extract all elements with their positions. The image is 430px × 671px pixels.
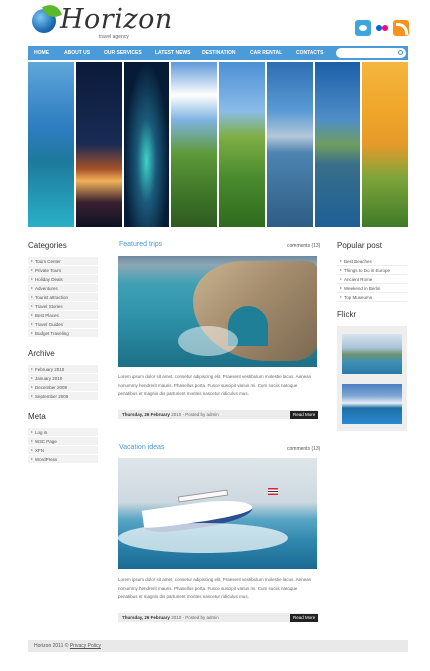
post-meta-1: Thursday, 26 February 2010 - Posted by a… — [118, 410, 317, 419]
category-item[interactable]: Best Places — [28, 311, 98, 320]
post-image-speedboat[interactable] — [118, 458, 317, 569]
post-date-1: Thursday, 26 February — [122, 412, 170, 417]
nav-item-home[interactable]: HOME — [34, 46, 49, 60]
archive-item[interactable]: February 2010 — [28, 365, 98, 374]
flickr-photo-town[interactable] — [342, 384, 402, 424]
read-more-button-1[interactable]: Read More — [290, 410, 319, 419]
nav-item-contacts[interactable]: CONTACTS — [296, 46, 323, 60]
meta-item[interactable]: Log in — [28, 428, 98, 437]
footer: Horizon 2011 © Privacy Policy — [28, 640, 408, 652]
flickr-icon[interactable] — [374, 20, 390, 36]
nav-item-about[interactable]: ABOUT US — [64, 46, 90, 60]
categories-title: Categories — [28, 241, 67, 250]
post-title-2[interactable]: Vacation ideas — [119, 444, 164, 451]
archive-list: February 2010 January 2010 December 2009… — [28, 365, 98, 401]
banner-strip-sea — [28, 62, 74, 227]
archive-item[interactable]: January 2010 — [28, 374, 98, 383]
category-item[interactable]: Travel Guides — [28, 320, 98, 329]
archive-item[interactable]: December 2009 — [28, 383, 98, 392]
read-more-button-2[interactable]: Read More — [290, 613, 319, 622]
category-item[interactable]: Tours Center — [28, 257, 98, 266]
meta-title: Meta — [28, 412, 46, 421]
nav-item-destination[interactable]: DESTINATION — [202, 46, 236, 60]
post-byline-1: 2010 - Posted by admin — [171, 412, 219, 417]
post-date-2: Thursday, 26 February — [122, 615, 170, 620]
footer-copyright: Horizon 2011 © — [34, 643, 69, 649]
meta-item[interactable]: WordPress — [28, 455, 98, 464]
popular-item[interactable]: Top Museums — [337, 293, 407, 302]
flag-icon — [268, 488, 278, 495]
meta-item[interactable]: XFN — [28, 446, 98, 455]
sea-foam-shape — [178, 326, 238, 356]
archive-title: Archive — [28, 349, 55, 358]
post-image-cliffs[interactable] — [118, 256, 317, 367]
categories-list: Tours Center Private Tours Holiday Deals… — [28, 257, 98, 338]
post-title-1[interactable]: Featured trips — [119, 241, 162, 248]
nav-item-news[interactable]: LATEST NEWS — [155, 46, 190, 60]
archive-item[interactable]: September 2009 — [28, 392, 98, 401]
category-item[interactable]: Private Tours — [28, 266, 98, 275]
post-comments-2[interactable]: comments (13) — [287, 446, 320, 452]
post-comments-1[interactable]: comments (13) — [287, 243, 320, 249]
banner-strip-vineyard — [219, 62, 265, 227]
popular-list: Best Beaches Things to Do in Europe Anci… — [337, 257, 407, 302]
flickr-photo-coast[interactable] — [342, 334, 402, 374]
rss-icon[interactable] — [393, 20, 409, 36]
category-item[interactable]: Tourist attraction — [28, 293, 98, 302]
site-tagline: travel agency — [99, 34, 129, 40]
banner-strip-mountain — [314, 62, 361, 227]
privacy-policy-link[interactable]: Privacy Policy — [70, 643, 101, 649]
post-excerpt-1: Lorem ipsum dolor sit amet, consetur adi… — [118, 374, 312, 396]
meta-item[interactable]: W3C Page — [28, 437, 98, 446]
nav-item-services[interactable]: OUR SERVICES — [104, 46, 142, 60]
popular-item[interactable]: Ancient Rome — [337, 275, 407, 284]
water-spray-shape — [118, 523, 288, 553]
popular-item[interactable]: Weekend in Berlin — [337, 284, 407, 293]
banner-strip-sunset — [362, 62, 408, 227]
meta-list: Log in W3C Page XFN WordPress — [28, 428, 98, 464]
category-item[interactable]: Budget Traveling — [28, 329, 98, 338]
popular-item[interactable]: Things to Do in Europe — [337, 266, 407, 275]
category-item[interactable]: Travel Stories — [28, 302, 98, 311]
search-icon[interactable] — [398, 50, 403, 55]
post-byline-2: 2010 - Posted by admin — [171, 615, 219, 620]
header: Horizon travel agency — [0, 0, 430, 46]
search-input[interactable] — [336, 48, 406, 58]
banner-strip-coral — [123, 62, 170, 227]
twitter-icon[interactable] — [355, 20, 371, 36]
popular-item[interactable]: Best Beaches — [337, 257, 407, 266]
category-item[interactable]: Holiday Deals — [28, 275, 98, 284]
banner-strip-city — [75, 62, 122, 227]
site-title[interactable]: Horizon — [60, 4, 173, 35]
nav-item-car-rental[interactable]: CAR RENTAL — [250, 46, 282, 60]
flickr-title: Flickr — [337, 310, 357, 319]
post-excerpt-2: Lorem ipsum dolor sit amet, consetur adi… — [118, 577, 312, 599]
hero-banner — [28, 62, 408, 227]
banner-strip-lake — [266, 62, 313, 227]
post-meta-2: Thursday, 26 February 2010 - Posted by a… — [118, 613, 317, 622]
category-item[interactable]: Adventures — [28, 284, 98, 293]
banner-strip-field — [171, 62, 217, 227]
popular-title: Popular post — [337, 241, 382, 250]
